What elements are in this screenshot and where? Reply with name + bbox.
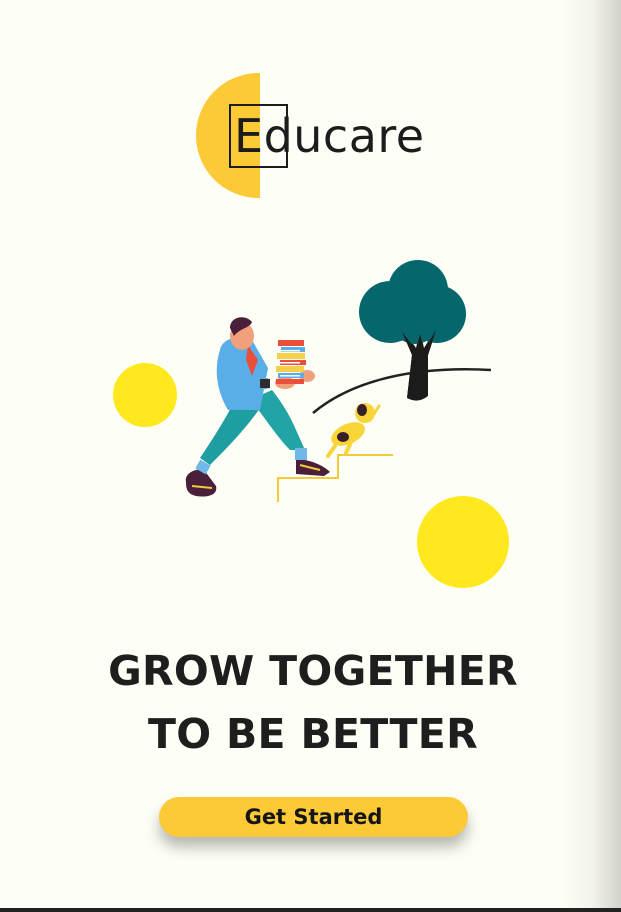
hill-line-icon — [312, 368, 492, 414]
dog-icon — [326, 403, 381, 458]
get-started-button[interactable]: Get Started — [159, 797, 468, 837]
hero-headline: GROW TOGETHER TO BE BETTER — [60, 640, 566, 766]
yellow-circle-left-icon — [113, 363, 177, 427]
hero-illustration — [113, 260, 509, 588]
yellow-circle-right-icon — [417, 496, 509, 588]
brand-name: Educare — [234, 109, 425, 163]
bottom-edge — [0, 908, 621, 912]
tree-icon — [359, 260, 466, 401]
headline-line-1: GROW TOGETHER — [108, 647, 518, 695]
stairs-icon — [277, 454, 393, 502]
headline-line-2: TO BE BETTER — [148, 710, 478, 758]
app-logo: Educare — [196, 73, 436, 203]
right-edge-shadow — [561, 0, 621, 912]
onboarding-screen: Educare GROW TOGETHER TO BE BETTER Get S… — [0, 0, 621, 912]
student-icon — [185, 317, 330, 497]
